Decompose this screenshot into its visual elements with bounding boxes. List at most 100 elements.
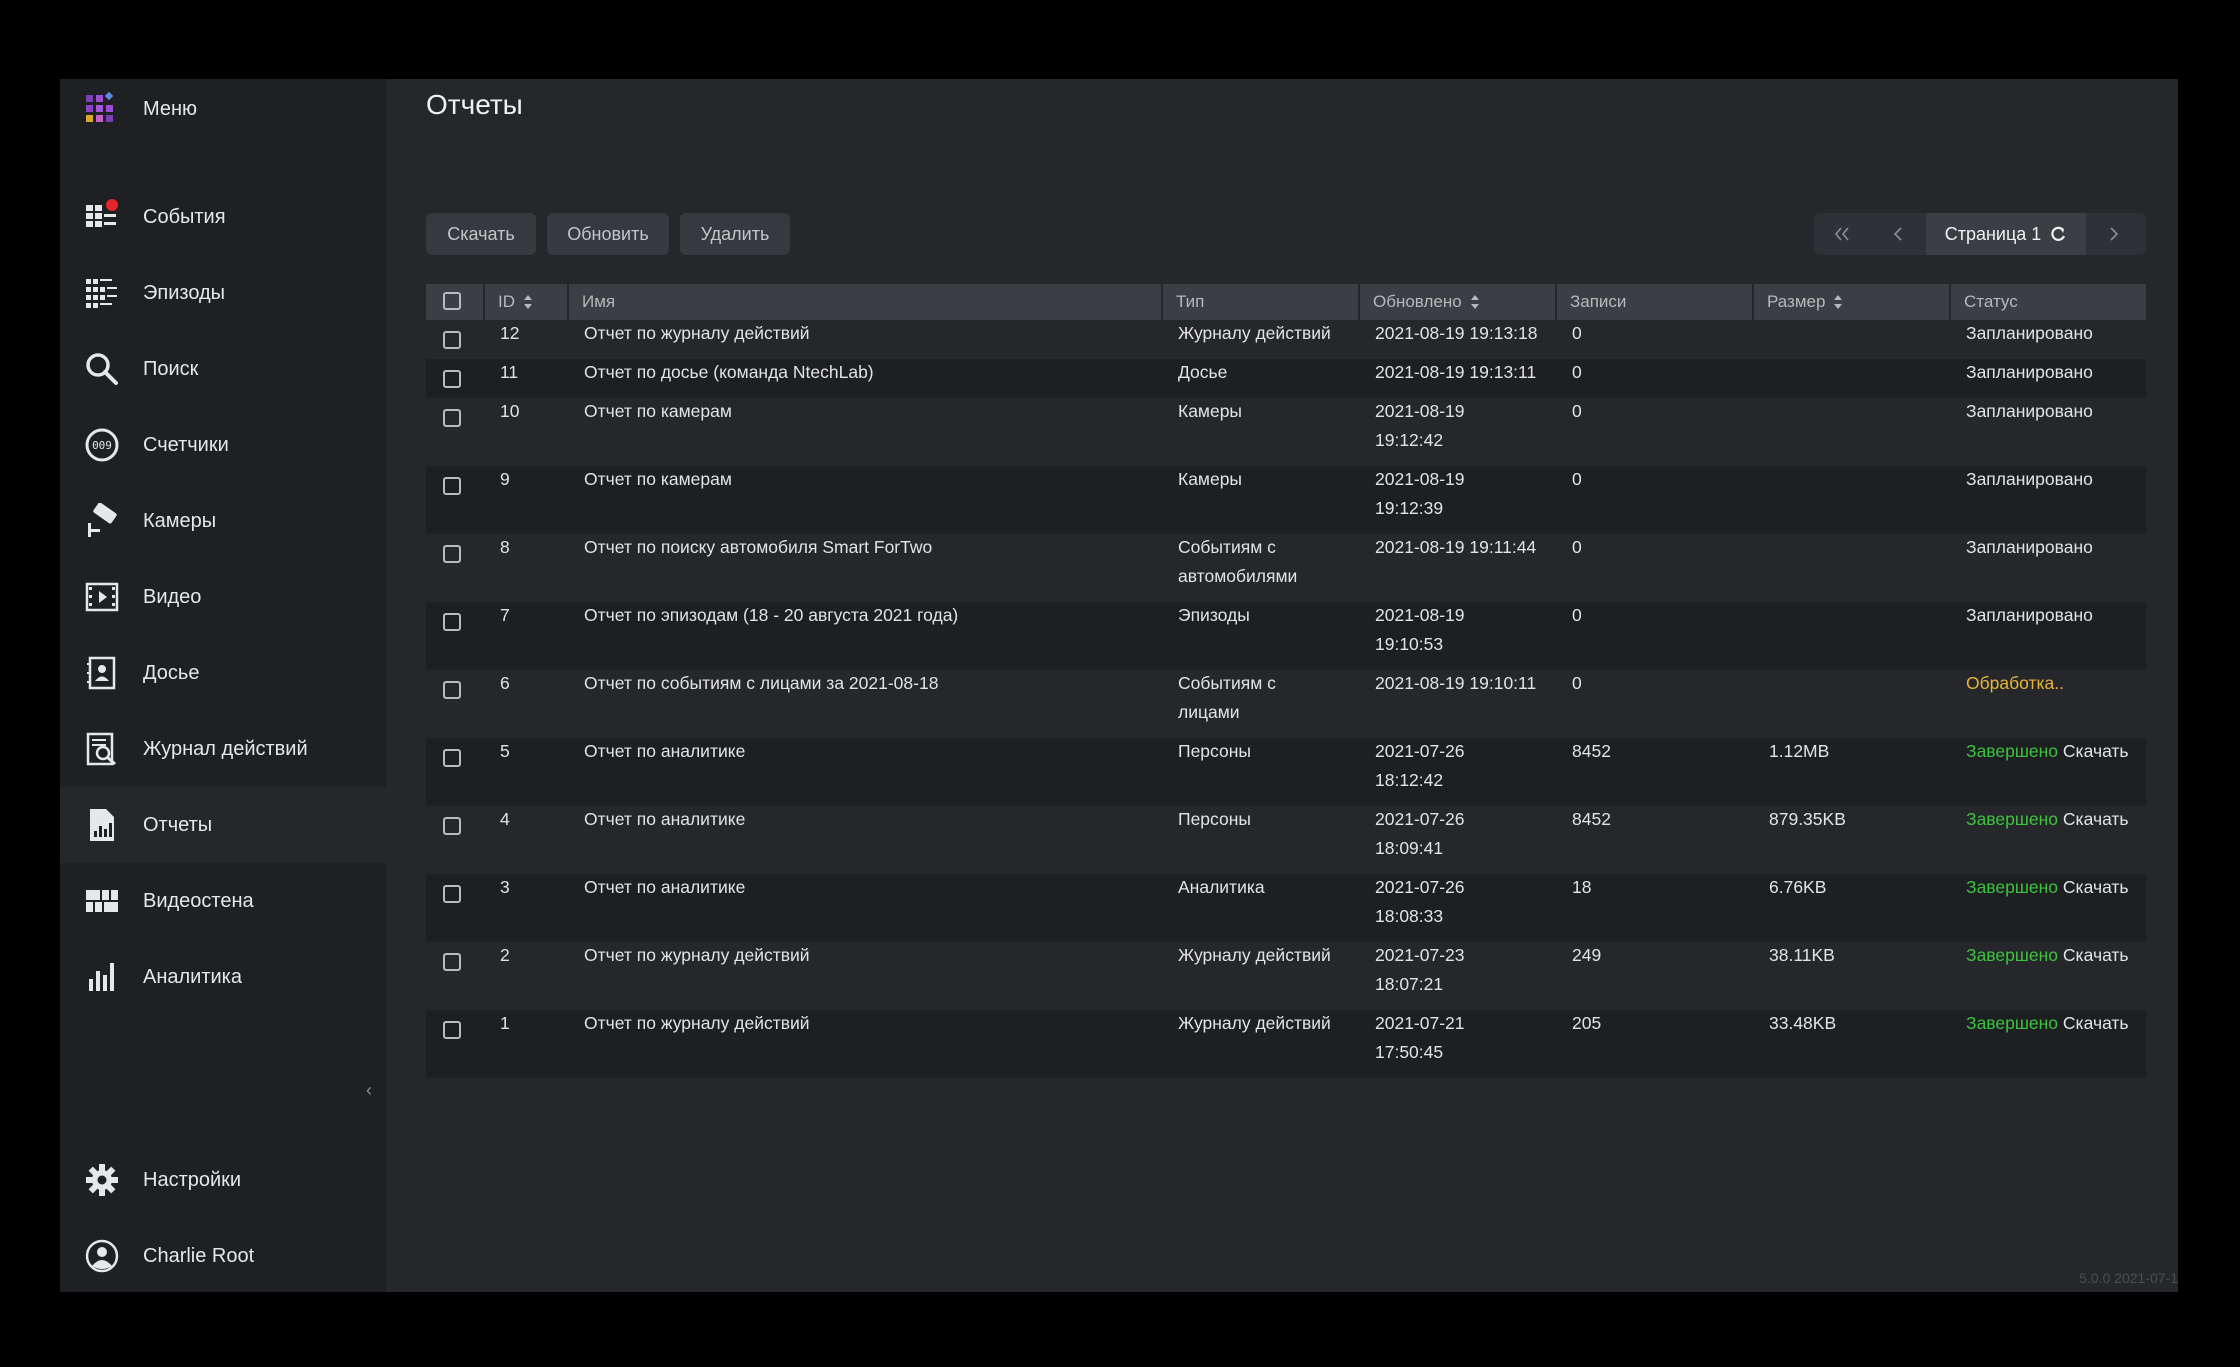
sidebar-item-user[interactable]: Charlie Root [60,1218,386,1292]
header-updated[interactable]: Обновлено [1360,284,1555,320]
events-grid-icon [84,199,120,235]
row-type-line: Камеры [1178,469,1243,489]
row-name: Отчет по событиям с лицами за 2021-08-18 [584,673,939,693]
sidebar-item-videowall[interactable]: Видеостена [60,863,386,939]
row-records: 0 [1572,323,1582,343]
row-download-link[interactable]: Скачать [2063,945,2129,965]
sidebar-item-events[interactable]: События [60,179,386,255]
row-updated-line: 18:07:21 [1375,974,1444,994]
row-download-link[interactable]: Скачать [2063,809,2129,829]
row-checkbox[interactable] [443,1021,461,1039]
sidebar-collapse-chevron-icon[interactable]: ‹ [366,1080,380,1104]
table-row[interactable]: 2 Отчет по журналу действий Журналу действ… [426,942,2146,1010]
row-checkbox[interactable] [443,613,461,631]
menu-button[interactable]: Меню [60,79,386,147]
header-id[interactable]: ID [485,284,567,320]
row-status: Запланировано [1966,601,2093,630]
sidebar-item-counters[interactable]: 009 Счетчики [60,407,386,483]
sidebar-item-dossier[interactable]: Досье [60,635,386,711]
row-type-line: Журналу действий [1178,1013,1331,1033]
first-page-button[interactable] [1814,213,1870,255]
table-row[interactable]: 9 Отчет по камерам Камеры 2021-08-19 19:12:3… [426,466,2146,534]
row-checkbox[interactable] [443,749,461,767]
row-checkbox[interactable] [443,885,461,903]
row-records: 0 [1572,469,1582,489]
row-download-link[interactable]: Скачать [2063,741,2129,761]
gear-icon [84,1162,120,1198]
refresh-button[interactable]: Обновить [547,213,669,255]
row-records: 18 [1572,877,1592,897]
row-size: 33.48KB [1769,1013,1837,1033]
sidebar-item-reports[interactable]: Отчеты [60,787,386,863]
row-checkbox[interactable] [443,953,461,971]
table-row[interactable]: 7 Отчет по эпизодам (18 - 20 августа 2021… [426,602,2146,670]
status-badge: Запланировано [1966,401,2093,421]
camera-icon [84,503,120,539]
delete-button[interactable]: Удалить [680,213,790,255]
row-name: Отчет по журналу действий [584,1013,810,1033]
row-download-link[interactable]: Скачать [2063,877,2129,897]
table-row[interactable]: 11 Отчет по досье (команда NtechLab) Досье… [426,359,2146,398]
row-type-line: Камеры [1178,401,1243,421]
row-name: Отчет по эпизодам (18 - 20 августа 2021 … [584,605,959,625]
table-row[interactable]: 8 Отчет по поиску автомобиля Smart ForTwo… [426,534,2146,602]
download-button[interactable]: Скачать [426,213,536,255]
row-checkbox[interactable] [443,331,461,349]
row-download-link[interactable]: Скачать [2063,1013,2129,1033]
table-row[interactable]: 3 Отчет по аналитике Аналитика 2021-07-26 18… [426,874,2146,942]
table-row[interactable]: 10 Отчет по камерам Камеры 2021-08-19 19:12:… [426,398,2146,466]
sidebar-item-settings[interactable]: Настройки [60,1142,386,1218]
row-updated: 2021-07-23 18:07:21 [1375,941,1465,999]
table-row[interactable]: 6 Отчет по событиям с лицами за 2021-08-1… [426,670,2146,738]
row-checkbox[interactable] [443,817,461,835]
sidebar-item-cameras[interactable]: Камеры [60,483,386,559]
row-checkbox[interactable] [443,477,461,495]
status-badge: Завершено [1966,809,2059,829]
current-page-button[interactable]: Страница 1 [1926,213,2086,255]
double-chevron-left-icon [1834,227,1849,241]
sidebar-item-label: Счетчики [143,433,229,456]
row-status: Запланировано [1966,319,2093,348]
row-type-line: Досье [1178,362,1228,382]
row-updated: 2021-07-26 18:09:41 [1375,805,1465,863]
row-id: 2 [500,945,510,965]
row-updated-line: 19:12:39 [1375,498,1444,518]
row-checkbox[interactable] [443,545,461,563]
status-badge: Запланировано [1966,323,2093,343]
next-page-button[interactable] [2086,213,2142,255]
row-type-line: Журналу действий [1178,945,1331,965]
sidebar-item-analytics[interactable]: Аналитика [60,939,386,1015]
status-badge: Завершено [1966,877,2059,897]
row-id: 11 [500,362,519,382]
row-updated: 2021-08-19 19:10:53 [1375,601,1465,659]
table-row[interactable]: 5 Отчет по аналитике Персоны 2021-07-26 18:1… [426,738,2146,806]
row-updated-line: 2021-08-19 19:13:11 [1375,362,1537,382]
table-row[interactable]: 12 Отчет по журналу действий Журналу дейст… [426,320,2146,359]
row-checkbox[interactable] [443,681,461,699]
header-size[interactable]: Размер [1754,284,1949,320]
row-status: Завершено Скачать [1966,941,2129,970]
chevron-right-icon [2110,227,2119,241]
main-content: Отчеты Скачать Обновить Удалить Страница… [386,79,2178,1292]
row-updated-line: 2021-08-19 [1375,605,1465,625]
row-type: Событиям с лицами [1178,669,1276,727]
row-id: 7 [500,605,510,625]
row-name: Отчет по камерам [584,401,732,421]
prev-page-button[interactable] [1870,213,1926,255]
menu-grid-icon [84,91,120,127]
sidebar-item-video[interactable]: Видео [60,559,386,635]
sidebar-item-search[interactable]: Поиск [60,331,386,407]
table-row[interactable]: 1 Отчет по журналу действий Журналу действ… [426,1010,2146,1078]
row-updated-line: 2021-07-26 [1375,877,1465,897]
row-updated-line: 2021-08-19 [1375,469,1465,489]
table-row[interactable]: 4 Отчет по аналитике Персоны 2021-07-26 18:0… [426,806,2146,874]
row-checkbox[interactable] [443,409,461,427]
row-checkbox[interactable] [443,370,461,388]
sidebar-item-episodes[interactable]: Эпизоды [60,255,386,331]
select-all-checkbox[interactable] [443,292,461,310]
row-updated-line: 2021-08-19 19:13:18 [1375,323,1538,343]
counter-icon: 009 [84,427,120,463]
row-status: Запланировано [1966,397,2093,426]
sidebar-item-audit[interactable]: Журнал действий [60,711,386,787]
row-type-line: Эпизоды [1178,605,1250,625]
